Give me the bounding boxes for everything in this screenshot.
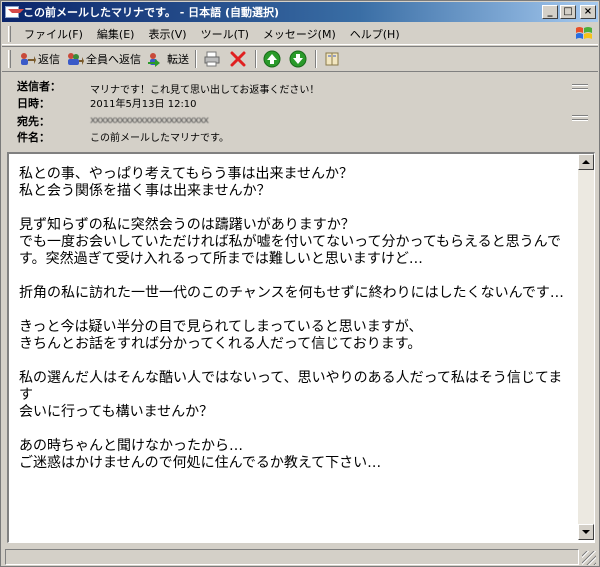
subject-row: 件名： この前メールしたマリナです。 xyxy=(2,129,598,144)
minimize-button[interactable]: _ xyxy=(542,5,558,19)
close-button[interactable]: × xyxy=(580,5,596,19)
menu-bar: ファイル(F) 編集(E) 表示(V) ツール(T) メッセージ(M) ヘルプ(… xyxy=(2,23,598,45)
from-label: 送信者： xyxy=(17,80,61,93)
maximize-button[interactable]: □ xyxy=(560,5,576,19)
to-expand-icon[interactable] xyxy=(572,113,588,125)
menu-help[interactable]: ヘルプ(H) xyxy=(343,26,407,42)
forward-label: 転送 xyxy=(167,53,189,66)
menu-message[interactable]: メッセージ(M) xyxy=(256,26,343,42)
from-expand-icon[interactable] xyxy=(572,82,588,94)
next-icon xyxy=(289,50,307,68)
scroll-down-button[interactable] xyxy=(578,524,594,540)
menu-tools[interactable]: ツール(T) xyxy=(194,26,256,42)
scroll-up-button[interactable] xyxy=(578,154,594,170)
to-value[interactable]: xxxxxxxxxxxxxxxxxxxxxxxx xyxy=(90,115,209,126)
previous-button[interactable] xyxy=(260,48,286,70)
message-body[interactable]: 私との事、やっぱり考えてもらう事は出来ませんか？ 私と会う関係を描く事は出来ませ… xyxy=(7,152,595,543)
date-label: 日時： xyxy=(17,97,50,110)
delete-icon xyxy=(230,51,246,67)
from-value[interactable]: マリナです！これ見て思い出してお返事ください！ xyxy=(90,81,319,96)
print-button[interactable] xyxy=(200,48,226,70)
menu-view[interactable]: 表示(V) xyxy=(141,26,193,42)
to-label: 宛先： xyxy=(17,115,50,128)
forward-icon xyxy=(148,53,160,67)
window-title: この前メールしたマリナです。 - 日本語 (自動選択) xyxy=(23,6,280,19)
subject-value: この前メールしたマリナです。 xyxy=(90,133,229,144)
menu-grip[interactable] xyxy=(8,25,11,42)
windows-logo-icon xyxy=(576,27,592,39)
date-row: 日時： 2011年5月13日 12:10 xyxy=(2,95,598,110)
message-headers: 送信者： マリナです！これ見て思い出してお返事ください！ 日時： 2011年5月… xyxy=(2,73,598,149)
delete-button[interactable] xyxy=(226,48,252,70)
print-icon xyxy=(204,51,220,67)
reply-button[interactable]: 返信 xyxy=(15,48,63,70)
window-controls: _ □ × xyxy=(542,5,596,19)
from-row: 送信者： マリナです！これ見て思い出してお返事ください！ xyxy=(2,78,598,96)
to-row: 宛先： xxxxxxxxxxxxxxxxxxxxxxxx xyxy=(2,113,598,128)
toolbar-separator xyxy=(195,50,197,68)
toolbar-separator xyxy=(255,50,257,68)
resize-grip-icon[interactable] xyxy=(582,551,596,565)
mail-window: この前メールしたマリナです。 - 日本語 (自動選択) _ □ × ファイル(F… xyxy=(0,0,600,567)
title-bar[interactable]: この前メールしたマリナです。 - 日本語 (自動選択) _ □ × xyxy=(2,2,598,22)
mail-app-icon xyxy=(5,6,24,18)
reply-all-button[interactable]: 全員へ返信 xyxy=(63,48,144,70)
toolbar-separator xyxy=(315,50,317,68)
toolbar-grip[interactable] xyxy=(8,50,11,68)
forward-button[interactable]: 転送 xyxy=(144,48,192,70)
address-book-button[interactable] xyxy=(320,48,346,70)
previous-icon xyxy=(263,50,281,68)
menu-file[interactable]: ファイル(F) xyxy=(17,26,90,42)
vertical-scrollbar[interactable] xyxy=(578,154,594,540)
subject-label: 件名： xyxy=(17,131,50,144)
next-button[interactable] xyxy=(286,48,312,70)
status-bar xyxy=(2,547,598,566)
reply-icon xyxy=(21,53,36,65)
message-text[interactable]: 私との事、やっぱり考えてもらう事は出来ませんか？ 私と会う関係を描く事は出来ませ… xyxy=(19,166,569,472)
date-value: 2011年5月13日 12:10 xyxy=(90,99,197,110)
address-book-icon xyxy=(325,52,339,66)
reply-all-label: 全員へ返信 xyxy=(86,53,141,66)
menu-edit[interactable]: 編集(E) xyxy=(90,26,142,42)
reply-label: 返信 xyxy=(38,53,60,66)
toolbar: 返信 全員へ返信 転送 xyxy=(2,46,598,72)
status-pane xyxy=(5,549,579,565)
reply-all-icon xyxy=(68,53,84,65)
